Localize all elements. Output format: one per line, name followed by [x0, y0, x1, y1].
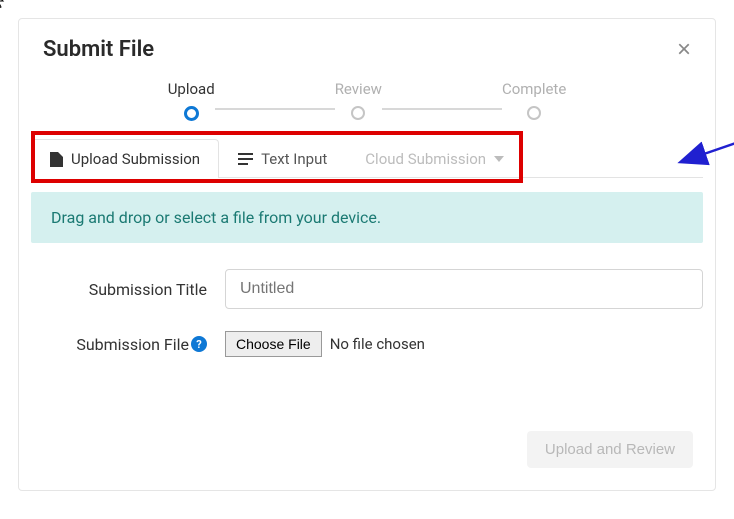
step-label: Review	[335, 80, 382, 98]
submit-file-modal: Submit File × Upload Review Complete	[18, 18, 716, 491]
choose-file-button[interactable]: Choose File	[225, 331, 322, 357]
tab-cloud-submission[interactable]: Cloud Submission	[346, 139, 523, 178]
modal-footer: Upload and Review	[19, 371, 715, 490]
text-lines-icon	[238, 153, 253, 165]
submission-title-row: Submission Title	[19, 261, 715, 323]
step-dot	[184, 106, 199, 121]
submission-title-label: Submission Title	[57, 280, 207, 299]
tab-text-input[interactable]: Text Input	[219, 139, 346, 178]
chevron-down-icon	[494, 156, 504, 162]
file-status-text: No file chosen	[330, 335, 425, 353]
tabs-container: Upload Submission Text Input Cloud Submi…	[31, 139, 703, 178]
tab-label: Upload Submission	[71, 150, 200, 168]
close-button[interactable]: ×	[677, 38, 691, 62]
help-icon[interactable]: ?	[191, 336, 207, 352]
file-chooser: Choose File No file chosen	[225, 331, 425, 357]
modal-header: Submit File ×	[19, 19, 715, 70]
mouse-cursor	[0, 0, 8, 10]
submission-title-input[interactable]	[225, 269, 703, 309]
dropzone-text: Drag and drop or select a file from your…	[51, 208, 381, 227]
step-complete: Complete	[502, 80, 566, 120]
modal-title: Submit File	[43, 37, 154, 62]
tab-label: Cloud Submission	[365, 150, 486, 168]
step-dot	[351, 106, 365, 120]
tab-upload-submission[interactable]: Upload Submission	[31, 139, 219, 178]
step-dot	[527, 106, 541, 120]
step-connector	[215, 108, 335, 110]
progress-stepper: Upload Review Complete	[19, 70, 715, 139]
step-connector	[382, 108, 502, 110]
file-dropzone[interactable]: Drag and drop or select a file from your…	[31, 192, 703, 243]
step-label: Upload	[168, 80, 215, 98]
step-review: Review	[335, 80, 382, 120]
step-upload: Upload	[168, 80, 215, 121]
file-icon	[50, 152, 63, 167]
step-label: Complete	[502, 80, 566, 98]
submission-file-row: Submission File ? Choose File No file ch…	[19, 323, 715, 371]
upload-and-review-button[interactable]: Upload and Review	[527, 431, 693, 468]
submission-tabs: Upload Submission Text Input Cloud Submi…	[31, 139, 703, 178]
submission-file-label: Submission File ?	[57, 335, 207, 354]
tab-label: Text Input	[261, 150, 327, 168]
